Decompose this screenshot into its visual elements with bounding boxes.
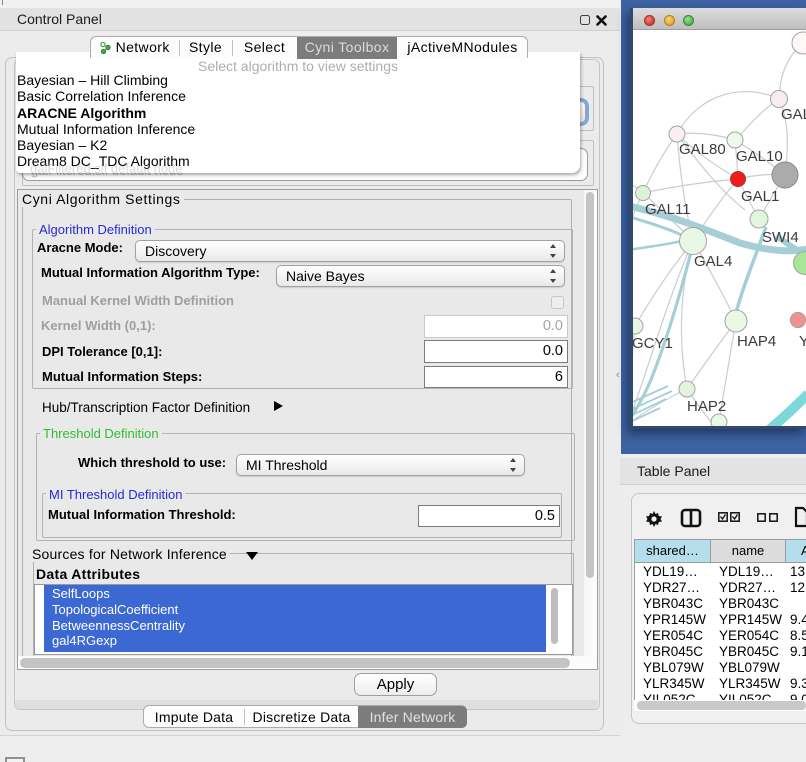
svg-text:GAL4: GAL4 [694, 253, 732, 270]
svg-text:HAP2: HAP2 [687, 398, 726, 415]
svg-text:HAP4: HAP4 [737, 333, 776, 350]
svg-text:GCY1: GCY1 [633, 335, 673, 352]
svg-text:GAL10: GAL10 [736, 148, 783, 165]
svg-text:GAL2: GAL2 [781, 106, 806, 123]
svg-text:GAL80: GAL80 [679, 141, 726, 158]
svg-text:GAL11: GAL11 [645, 201, 691, 218]
svg-text:GAL1: GAL1 [741, 188, 779, 205]
svg-text:Y: Y [799, 333, 806, 350]
svg-text:SWI4: SWI4 [762, 229, 799, 246]
